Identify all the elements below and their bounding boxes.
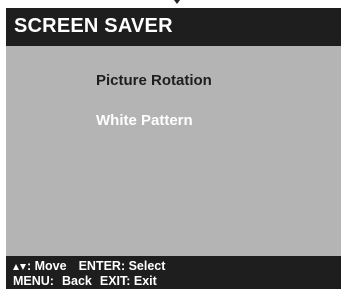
menu-list: Picture Rotation White Pattern bbox=[96, 72, 212, 152]
down-arrow-icon bbox=[20, 263, 26, 270]
move-hint: : Move bbox=[27, 259, 67, 273]
up-arrow-icon bbox=[13, 263, 19, 270]
help-bar: : Move ENTER: Select MENU: Back EXIT: Exit bbox=[6, 256, 341, 289]
help-row-exit: MENU: Back EXIT: Exit bbox=[13, 274, 157, 288]
menu-item-picture-rotation[interactable]: Picture Rotation bbox=[96, 72, 212, 92]
menu-title: SCREEN SAVER bbox=[14, 15, 173, 37]
menu-header: SCREEN SAVER bbox=[6, 8, 341, 46]
enter-select-hint: ENTER: Select bbox=[78, 259, 166, 273]
back-hint: Back bbox=[61, 274, 92, 288]
up-down-arrows-icon bbox=[13, 259, 27, 273]
menu-item-white-pattern[interactable]: White Pattern bbox=[96, 112, 212, 132]
screen-saver-menu: SCREEN SAVER Picture Rotation White Patt… bbox=[6, 8, 341, 289]
help-row-navigation: : Move ENTER: Select bbox=[13, 259, 165, 273]
exit-hint: EXIT: Exit bbox=[99, 274, 157, 288]
pointer-marker-icon bbox=[174, 0, 180, 4]
menu-key-hint: MENU: bbox=[13, 274, 54, 288]
